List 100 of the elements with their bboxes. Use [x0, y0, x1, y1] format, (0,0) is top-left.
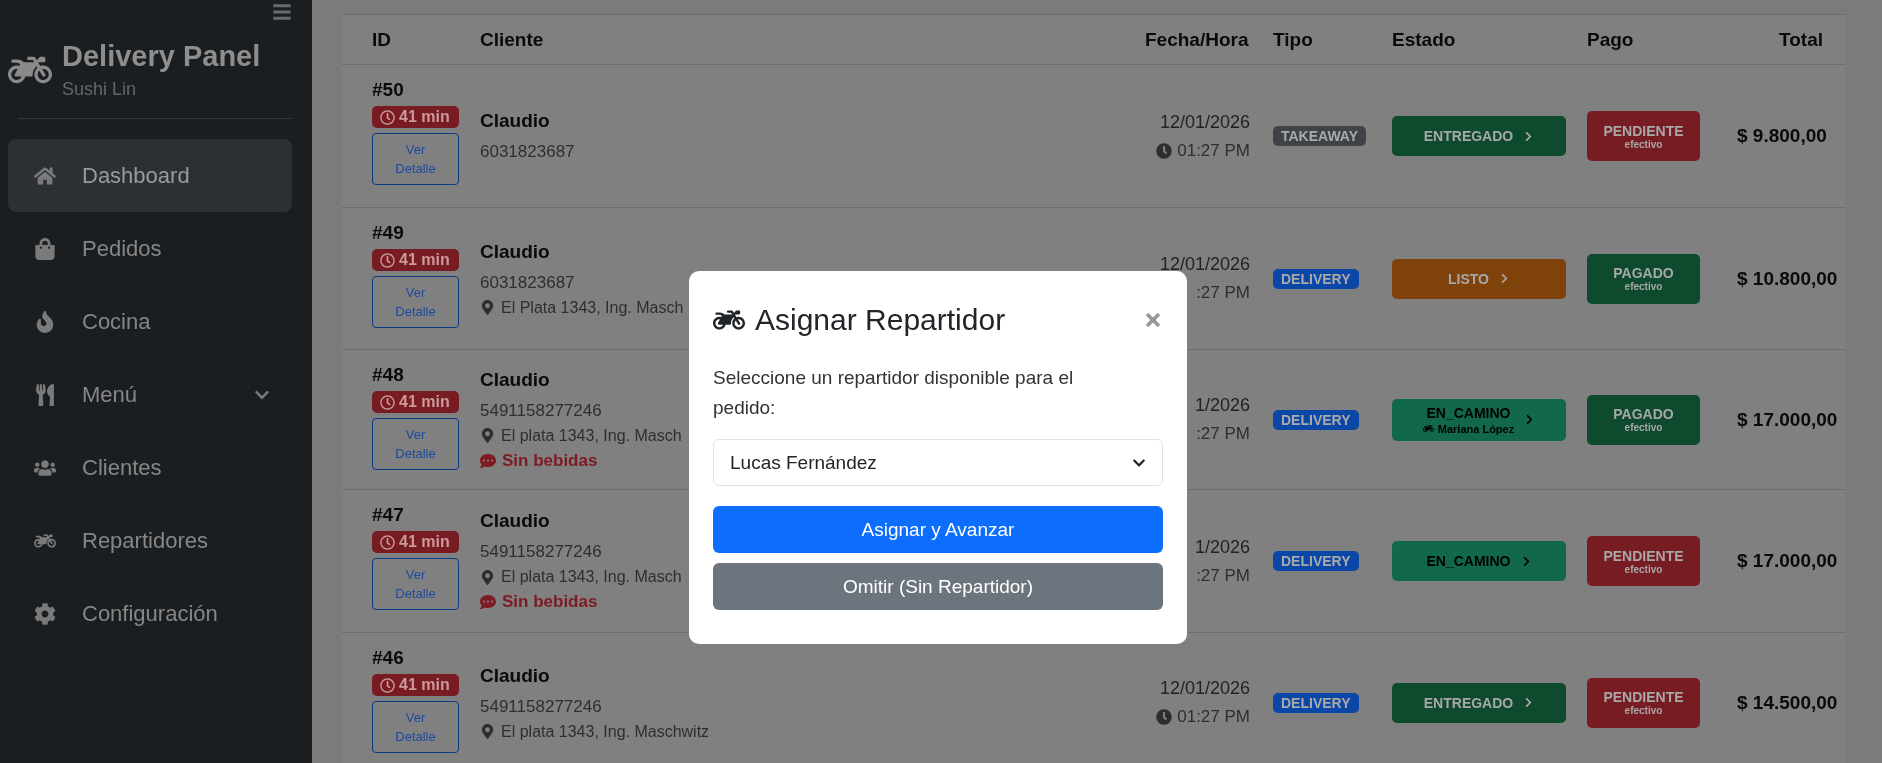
- status-button[interactable]: ENTREGADO: [1392, 116, 1566, 156]
- order-total: $ 17.000,00: [1737, 408, 1838, 431]
- payment-method: efectivo: [1624, 281, 1663, 292]
- bag-icon: [34, 237, 56, 260]
- column-header: Estado: [1392, 28, 1457, 51]
- location-pin-icon: [480, 300, 495, 315]
- location-pin-icon: [480, 428, 495, 443]
- payment-method: efectivo: [1624, 705, 1663, 716]
- order-time: :27 PM: [1196, 283, 1250, 303]
- order-date: 12/01/2026: [1159, 254, 1250, 275]
- brand-subtitle: Sushi Lin: [62, 79, 137, 100]
- column-header: Total: [1778, 28, 1823, 51]
- nav-item[interactable]: Clientes: [8, 431, 292, 504]
- status-button[interactable]: ENTREGADO: [1392, 682, 1566, 723]
- order-time: 01:27 PM: [1177, 140, 1250, 161]
- order-note: Sin bebidas: [502, 592, 598, 612]
- nav-item[interactable]: Pedidos: [8, 212, 292, 285]
- clock-icon: [1156, 142, 1173, 159]
- elapsed-badge: 41 min: [372, 249, 459, 271]
- clock-icon: [380, 252, 395, 268]
- client-phone: 6031823687: [480, 142, 575, 162]
- comment-icon: [480, 594, 496, 610]
- clock-icon: [1156, 709, 1173, 725]
- client-address: El plata 1343, Ing. Maschwitz: [501, 722, 710, 741]
- client-phone: 6031823687: [480, 272, 575, 293]
- payment-method: efectivo: [1624, 422, 1663, 433]
- comment-icon: [480, 452, 496, 469]
- nav-item[interactable]: Repartidores: [8, 504, 292, 577]
- order-date: 12/01/2026: [1159, 111, 1250, 133]
- payment-method: efectivo: [1624, 563, 1663, 575]
- client-name: Claudio: [480, 240, 550, 263]
- payment-status: PENDIENTE: [1603, 689, 1684, 705]
- type-badge: TAKEAWAY: [1273, 126, 1366, 146]
- column-header: Tipo: [1273, 28, 1314, 51]
- elapsed-badge: 41 min: [372, 106, 459, 128]
- skip-button[interactable]: Omitir (Sin Repartidor): [713, 563, 1163, 610]
- home-icon: [34, 164, 56, 187]
- settings-icon: [34, 602, 56, 625]
- client-phone: 5491158277246: [480, 542, 602, 562]
- column-header: Fecha/Hora: [1145, 28, 1250, 51]
- close-icon[interactable]: [1143, 310, 1163, 330]
- client-address: El plata 1343, Ing. Masch: [501, 568, 682, 586]
- assign-button[interactable]: Asignar y Avanzar: [713, 506, 1163, 553]
- order-id: #50: [372, 79, 404, 101]
- column-header: Pago: [1587, 28, 1635, 51]
- type-badge: DELIVERY: [1273, 268, 1359, 289]
- elapsed-badge: 41 min: [372, 391, 459, 413]
- payment-status: PAGADO: [1613, 406, 1674, 422]
- order-time: :27 PM: [1196, 565, 1250, 586]
- order-total: $ 14.500,00: [1737, 691, 1838, 714]
- dialog-title: Asignar Repartidor: [755, 303, 1006, 337]
- rider-select[interactable]: Lucas Fernández: [713, 439, 1163, 486]
- payment-status: PAGADO: [1613, 265, 1674, 281]
- column-header: Cliente: [480, 28, 545, 51]
- column-header: ID: [372, 28, 392, 51]
- client-name: Claudio: [480, 664, 550, 687]
- motorcycle-icon: [1422, 423, 1434, 434]
- order-note: Sin bebidas: [502, 450, 598, 471]
- clock-icon: [380, 534, 395, 550]
- order-id: #48: [372, 364, 404, 386]
- order-date: 1/2026: [1194, 536, 1250, 558]
- client-phone: 5491158277246: [480, 400, 602, 421]
- client-name: Claudio: [480, 110, 550, 132]
- location-pin-icon: [480, 569, 495, 585]
- nav-item[interactable]: Dashboard: [8, 139, 292, 212]
- client-name: Claudio: [480, 510, 550, 532]
- type-badge: DELIVERY: [1273, 692, 1359, 713]
- client-address: El Plata 1343, Ing. Masch: [501, 298, 684, 317]
- type-badge: DELIVERY: [1273, 409, 1359, 430]
- payment-status: PENDIENTE: [1603, 547, 1684, 564]
- payment-method: efectivo: [1624, 138, 1663, 150]
- client-name: Claudio: [480, 368, 550, 391]
- utensils-icon: [34, 383, 56, 406]
- brand-title: Delivery Panel: [62, 40, 261, 73]
- order-id: #47: [372, 504, 404, 526]
- status-button[interactable]: EN_CAMINO: [1392, 541, 1566, 581]
- order-id: #46: [372, 647, 404, 669]
- menu-icon[interactable]: [272, 2, 292, 22]
- payment-status: PENDIENTE: [1603, 122, 1684, 139]
- flame-icon: [34, 310, 56, 333]
- order-date: 12/01/2026: [1159, 678, 1250, 699]
- order-total: $ 17.000,00: [1737, 550, 1838, 572]
- location-pin-icon: [480, 724, 495, 739]
- clock-icon: [380, 394, 395, 410]
- order-date: 1/2026: [1194, 395, 1250, 416]
- client-address: El plata 1343, Ing. Masch: [501, 426, 682, 445]
- chevron-right-icon: [1499, 273, 1510, 284]
- status-button[interactable]: LISTO: [1392, 258, 1566, 299]
- order-time: :27 PM: [1196, 424, 1250, 444]
- order-time: 01:27 PM: [1177, 707, 1250, 727]
- elapsed-badge: 41 min: [372, 531, 459, 553]
- nav-item[interactable]: Cocina: [8, 285, 292, 358]
- nav-item[interactable]: Menú: [8, 358, 292, 431]
- elapsed-badge: 41 min: [372, 674, 459, 696]
- client-phone: 5491158277246: [480, 696, 602, 717]
- clock-icon: [380, 109, 395, 125]
- order-id: #49: [372, 222, 404, 244]
- status-button[interactable]: EN_CAMINO Mariana López: [1392, 398, 1566, 441]
- nav-item[interactable]: Configuración: [8, 577, 292, 650]
- clock-icon: [380, 677, 395, 693]
